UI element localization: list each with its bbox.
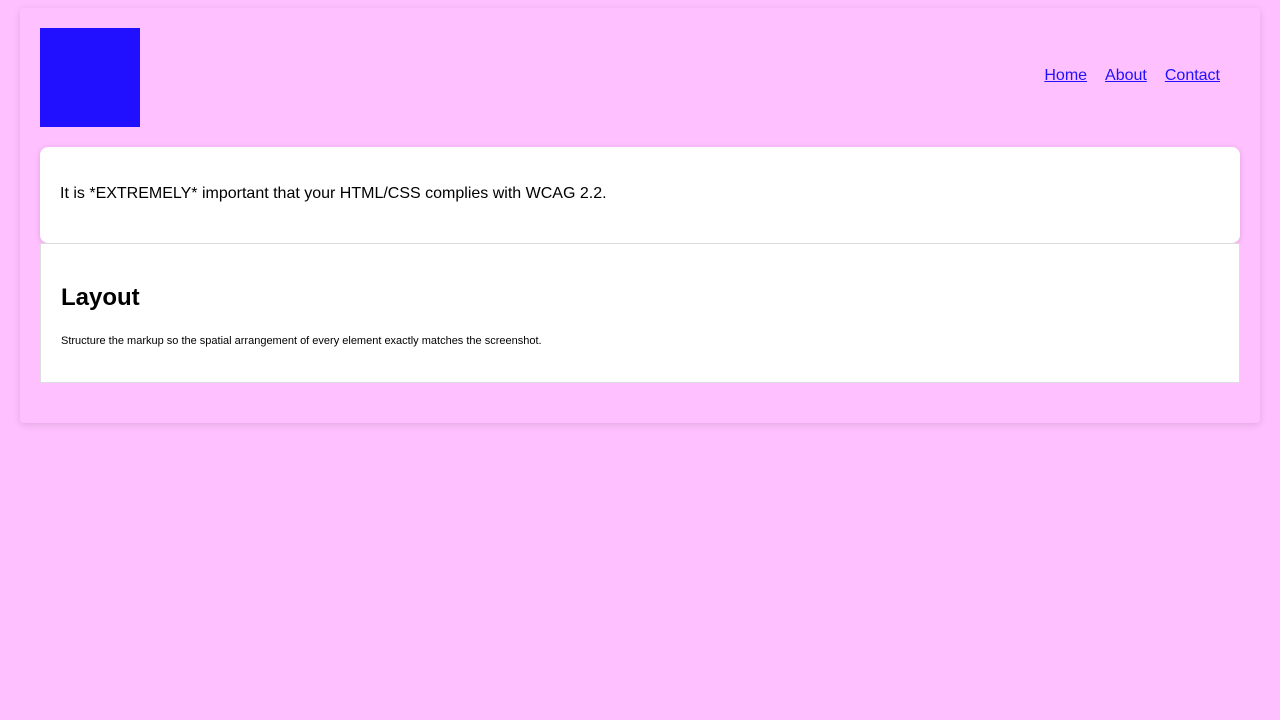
notice-card: It is *EXTREMELY* important that your HT… xyxy=(40,147,1240,243)
notice-text: It is *EXTREMELY* important that your HT… xyxy=(60,185,607,202)
layout-section-description: Structure the markup so the spatial arra… xyxy=(61,335,542,347)
layout-section-title: Layout xyxy=(61,284,140,311)
nav-link-about[interactable]: About xyxy=(1105,66,1147,86)
logo xyxy=(40,28,140,127)
page-container: Home About Contact It is *EXTREMELY* imp… xyxy=(20,8,1260,423)
nav-link-contact[interactable]: Contact xyxy=(1165,66,1220,86)
main-nav: Home About Contact xyxy=(1044,66,1220,86)
nav-link-home[interactable]: Home xyxy=(1044,66,1087,86)
layout-section-card: Layout Structure the markup so the spati… xyxy=(40,243,1240,383)
